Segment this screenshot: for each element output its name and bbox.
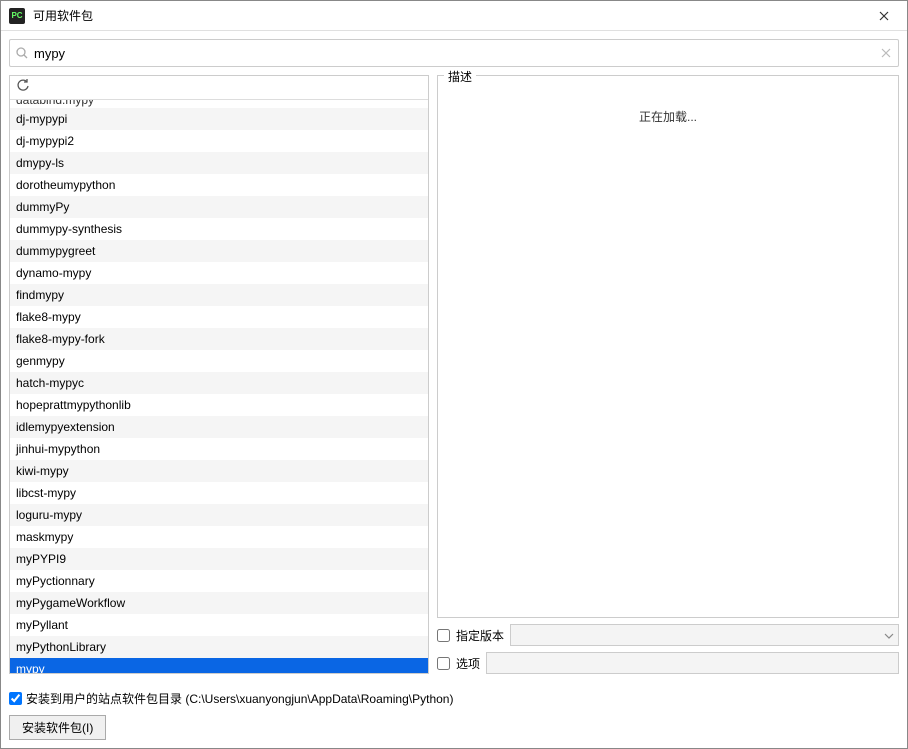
- refresh-button[interactable]: [16, 79, 30, 96]
- options-row: 选项: [437, 652, 899, 674]
- list-item[interactable]: myPYPI9: [10, 548, 428, 570]
- close-icon: [879, 8, 889, 24]
- clear-search-button[interactable]: [874, 48, 898, 58]
- specify-version-label[interactable]: 指定版本: [456, 627, 504, 644]
- main-content: databind.mypydj-mypypidj-mypypi2dmypy-ls…: [1, 75, 907, 682]
- list-item[interactable]: myPythonLibrary: [10, 636, 428, 658]
- specify-version-checkbox[interactable]: [437, 629, 450, 642]
- search-input[interactable]: [34, 46, 874, 61]
- toolbar: [10, 76, 428, 100]
- options-input[interactable]: [486, 652, 899, 674]
- list-item[interactable]: hopeprattmypythonlib: [10, 394, 428, 416]
- list-item[interactable]: dynamo-mypy: [10, 262, 428, 284]
- loading-text: 正在加载...: [639, 108, 697, 125]
- list-item[interactable]: dj-mypypi: [10, 108, 428, 130]
- list-item[interactable]: loguru-mypy: [10, 504, 428, 526]
- list-item[interactable]: flake8-mypy-fork: [10, 328, 428, 350]
- list-item[interactable]: idlemypyextension: [10, 416, 428, 438]
- list-item[interactable]: myPyllant: [10, 614, 428, 636]
- search-box: [9, 39, 899, 67]
- list-item[interactable]: libcst-mypy: [10, 482, 428, 504]
- version-combobox[interactable]: [510, 624, 899, 646]
- list-item[interactable]: hatch-mypyc: [10, 372, 428, 394]
- list-item[interactable]: flake8-mypy: [10, 306, 428, 328]
- list-item[interactable]: findmypy: [10, 284, 428, 306]
- button-row: 安装软件包(I): [1, 707, 907, 748]
- close-button[interactable]: [869, 1, 899, 31]
- install-package-button[interactable]: 安装软件包(I): [9, 715, 106, 740]
- list-item[interactable]: myPyctionnary: [10, 570, 428, 592]
- package-list[interactable]: databind.mypydj-mypypidj-mypypi2dmypy-ls…: [10, 100, 428, 673]
- list-item[interactable]: dorotheumypython: [10, 174, 428, 196]
- install-user-site-row: 安装到用户的站点软件包目录 (C:\Users\xuanyongjun\AppD…: [1, 682, 907, 707]
- list-item-partial[interactable]: databind.mypy: [10, 100, 428, 108]
- list-item[interactable]: dmypy-ls: [10, 152, 428, 174]
- list-item[interactable]: myPygameWorkflow: [10, 592, 428, 614]
- specify-version-row: 指定版本: [437, 624, 899, 646]
- app-icon: PC: [9, 8, 25, 24]
- search-icon: [10, 46, 34, 60]
- list-item[interactable]: maskmypy: [10, 526, 428, 548]
- install-user-site-label[interactable]: 安装到用户的站点软件包目录 (C:\Users\xuanyongjun\AppD…: [26, 690, 453, 707]
- options-checkbox[interactable]: [437, 657, 450, 670]
- window-title: 可用软件包: [33, 7, 869, 24]
- list-item[interactable]: dj-mypypi2: [10, 130, 428, 152]
- list-item[interactable]: kiwi-mypy: [10, 460, 428, 482]
- list-item[interactable]: jinhui-mypython: [10, 438, 428, 460]
- package-list-panel: databind.mypydj-mypypidj-mypypi2dmypy-ls…: [9, 75, 429, 674]
- titlebar: PC 可用软件包: [1, 1, 907, 31]
- chevron-down-icon: [884, 628, 894, 642]
- description-body: 正在加载...: [438, 76, 898, 617]
- list-item[interactable]: dummypy-synthesis: [10, 218, 428, 240]
- list-item[interactable]: dummyPy: [10, 196, 428, 218]
- install-user-site-checkbox[interactable]: [9, 692, 22, 705]
- detail-panel: 描述 正在加载... 指定版本 选项: [437, 75, 899, 674]
- list-item[interactable]: mypy: [10, 658, 428, 673]
- list-item[interactable]: dummypygreet: [10, 240, 428, 262]
- options-label[interactable]: 选项: [456, 655, 480, 672]
- description-group: 描述 正在加载...: [437, 75, 899, 618]
- description-label: 描述: [444, 68, 476, 85]
- list-item[interactable]: genmypy: [10, 350, 428, 372]
